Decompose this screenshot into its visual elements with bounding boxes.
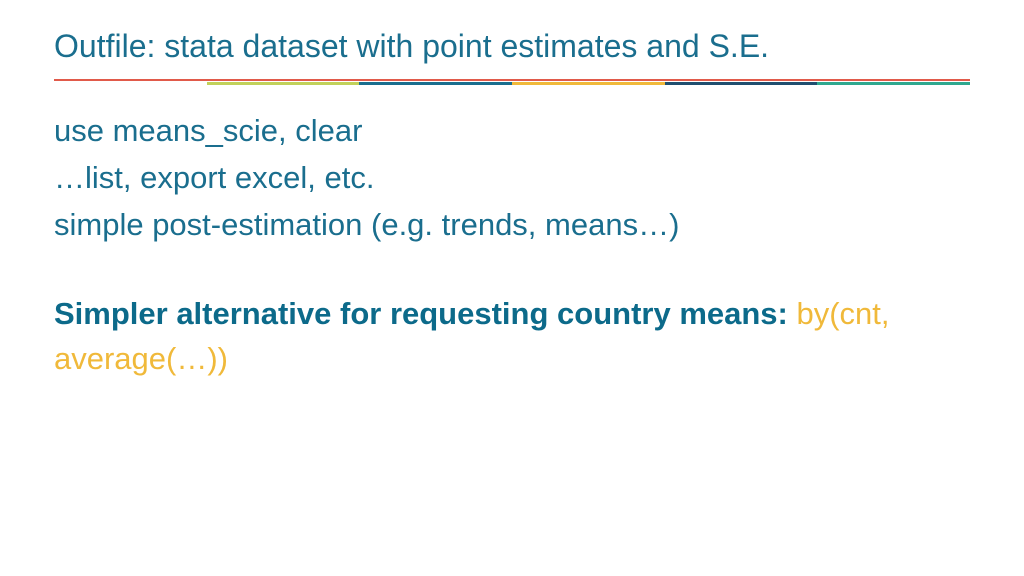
divider-seg-lime <box>207 82 360 85</box>
divider-seg-blue <box>359 82 512 85</box>
body-line-3: simple post-estimation (e.g. trends, mea… <box>54 203 970 248</box>
divider-red-line <box>54 79 970 81</box>
body-line-2: …list, export excel, etc. <box>54 156 970 201</box>
divider-seg-white <box>54 82 207 85</box>
alternative-bold: Simpler alternative for requesting count… <box>54 296 796 331</box>
slide-title: Outfile: stata dataset with point estima… <box>54 28 970 65</box>
slide-body: use means_scie, clear …list, export exce… <box>54 109 970 382</box>
divider-rule <box>54 79 970 85</box>
divider-seg-yellow <box>512 82 665 85</box>
divider-color-segments <box>54 82 970 85</box>
spacer <box>54 250 970 292</box>
alternative-line: Simpler alternative for requesting count… <box>54 292 970 382</box>
divider-seg-teal <box>817 82 970 85</box>
divider-seg-navy <box>665 82 818 85</box>
body-line-1: use means_scie, clear <box>54 109 970 154</box>
